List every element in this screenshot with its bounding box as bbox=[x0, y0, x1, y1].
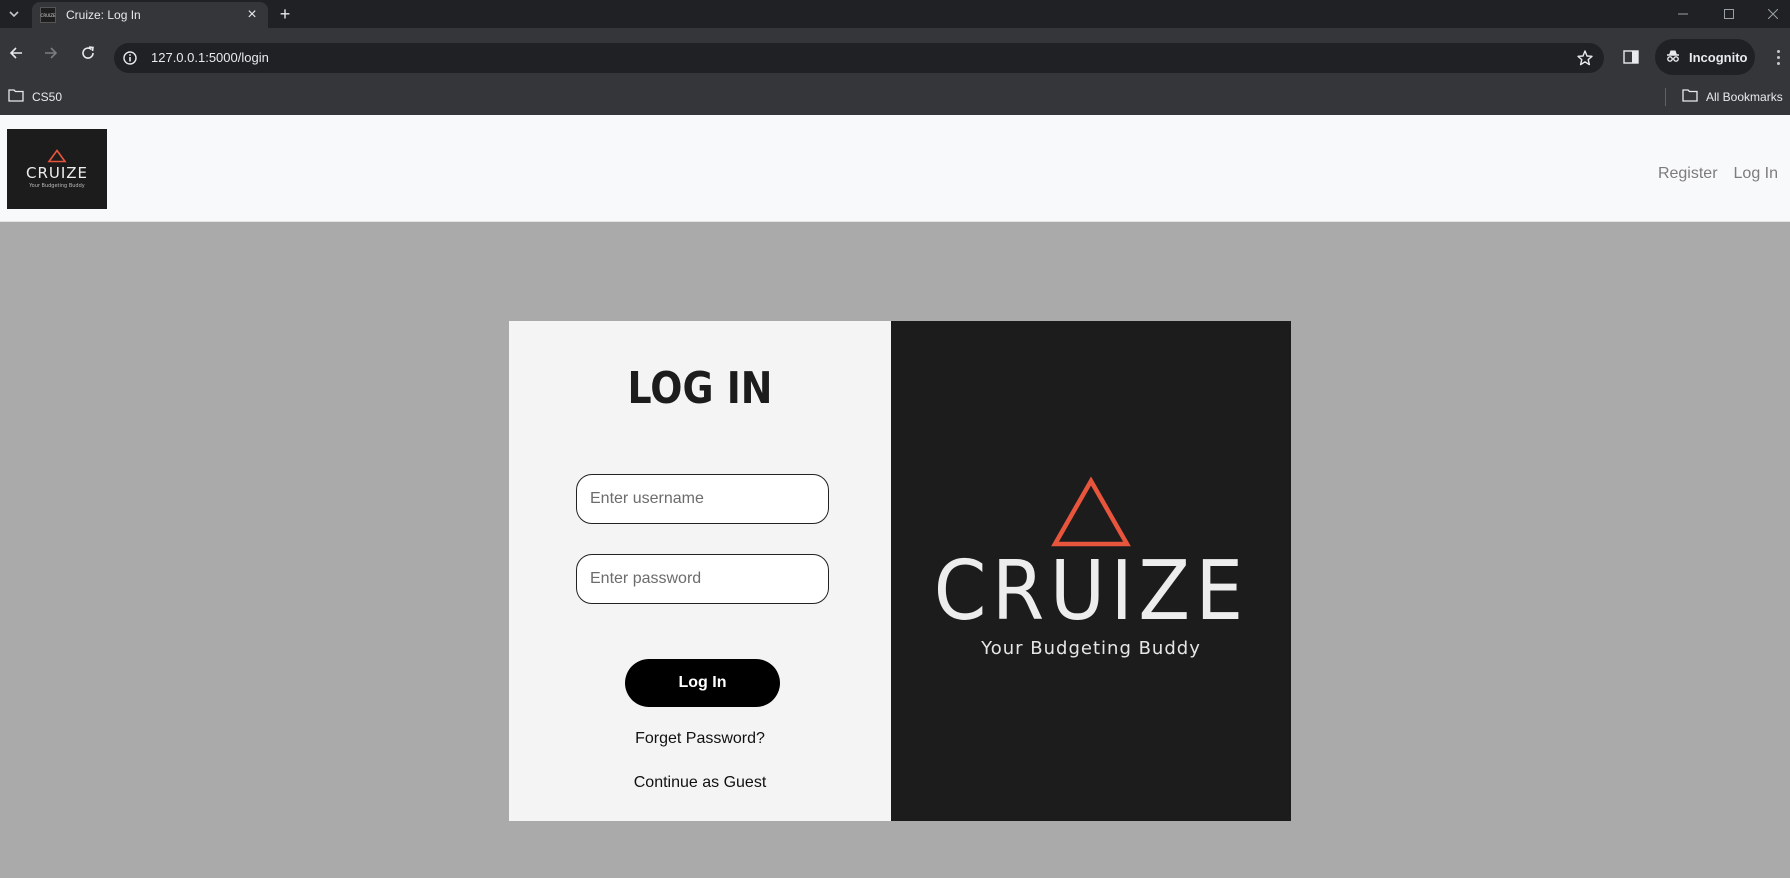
side-panel-icon[interactable] bbox=[1622, 48, 1640, 66]
brand-wordmark: CRUIZE bbox=[25, 164, 89, 182]
hero-wordmark: CRUIZE bbox=[933, 544, 1249, 639]
bookmark-star-icon[interactable] bbox=[1576, 49, 1594, 67]
site-info-icon[interactable] bbox=[122, 50, 138, 66]
site-navbar: CRUIZE Your Budgeting Buddy Register Log… bbox=[0, 115, 1790, 222]
continue-as-guest-link[interactable]: Continue as Guest bbox=[509, 774, 891, 792]
hero-tagline: Your Budgeting Buddy bbox=[981, 638, 1201, 659]
tab-title: Cruize: Log In bbox=[66, 8, 141, 22]
folder-icon bbox=[1682, 88, 1698, 105]
login-card: LOG IN Log In Forget Password? Continue … bbox=[509, 321, 1291, 821]
login-form-panel: LOG IN Log In Forget Password? Continue … bbox=[509, 321, 891, 821]
username-input[interactable] bbox=[576, 474, 829, 524]
incognito-badge[interactable]: Incognito bbox=[1655, 39, 1755, 75]
incognito-icon bbox=[1665, 48, 1681, 67]
tab-search-chevron-icon[interactable] bbox=[4, 4, 24, 24]
window-close-icon[interactable] bbox=[1750, 0, 1790, 28]
brand-tagline: Your Budgeting Buddy bbox=[29, 183, 85, 189]
back-arrow-icon[interactable] bbox=[4, 41, 28, 65]
hero-triangle-icon bbox=[1051, 476, 1131, 547]
reload-icon[interactable] bbox=[76, 41, 100, 65]
bookmark-label: CS50 bbox=[32, 89, 63, 104]
hero-logo: CRUIZE Your Budgeting Buddy bbox=[891, 476, 1291, 659]
login-submit-button[interactable]: Log In bbox=[625, 659, 780, 707]
window-maximize-icon[interactable] bbox=[1706, 0, 1752, 28]
brand-hero-panel: CRUIZE Your Budgeting Buddy bbox=[891, 321, 1291, 821]
bookmarks-divider bbox=[1665, 88, 1666, 106]
nav-links: Register Log In bbox=[1658, 165, 1778, 183]
url-text: 127.0.0.1:5000/login bbox=[151, 50, 269, 65]
tab-favicon-icon: CRUIZE bbox=[40, 7, 56, 23]
forward-arrow-icon[interactable] bbox=[39, 41, 63, 65]
browser-toolbar: 127.0.0.1:5000/login Incognito bbox=[0, 28, 1790, 85]
tab-close-icon[interactable]: × bbox=[244, 7, 260, 23]
logo-triangle-icon bbox=[47, 149, 67, 163]
new-tab-plus-icon[interactable]: + bbox=[272, 2, 298, 26]
nav-register-link[interactable]: Register bbox=[1658, 165, 1718, 183]
all-bookmarks[interactable]: All Bookmarks bbox=[1682, 88, 1783, 105]
all-bookmarks-label: All Bookmarks bbox=[1706, 89, 1783, 104]
browser-tab-bar: CRUIZE Cruize: Log In × + bbox=[0, 0, 1790, 28]
browser-tab-active[interactable]: CRUIZE Cruize: Log In × bbox=[32, 2, 268, 28]
folder-icon bbox=[8, 88, 24, 105]
window-minimize-icon[interactable] bbox=[1660, 0, 1706, 28]
login-title: LOG IN bbox=[627, 363, 773, 414]
bookmark-cs50[interactable]: CS50 bbox=[8, 88, 62, 105]
forgot-password-link[interactable]: Forget Password? bbox=[509, 730, 891, 748]
nav-login-link[interactable]: Log In bbox=[1734, 165, 1778, 183]
incognito-label: Incognito bbox=[1689, 49, 1748, 65]
brand-logo[interactable]: CRUIZE Your Budgeting Buddy bbox=[7, 129, 107, 209]
password-input[interactable] bbox=[576, 554, 829, 604]
browser-menu-icon[interactable] bbox=[1770, 45, 1786, 69]
address-bar[interactable]: 127.0.0.1:5000/login bbox=[114, 43, 1604, 73]
bookmarks-bar: CS50 All Bookmarks bbox=[0, 79, 1790, 115]
